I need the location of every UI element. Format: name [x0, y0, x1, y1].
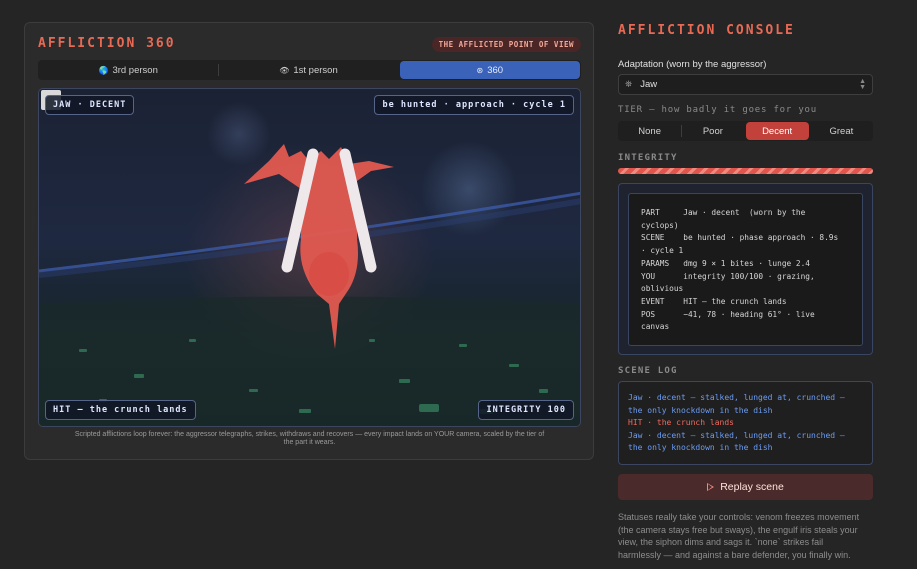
tab-3rd-person[interactable]: 🌎 3rd person [38, 60, 218, 80]
tier-poor[interactable]: Poor [681, 121, 744, 141]
adaptation-select[interactable]: ⛯ Jaw ▲ ▼ [618, 74, 873, 95]
hud-integrity: INTEGRITY 100 [478, 400, 574, 420]
caption-line: the part it wears. [283, 439, 336, 446]
replay-label: Replay scene [720, 481, 784, 493]
hud-event: HIT — the crunch lands [45, 400, 196, 420]
affliction-viewer-panel: AFFLICTION 360 THE AFFLICTED POINT OF VI… [24, 22, 594, 460]
log-entry: Jaw · decent — stalked, lunged at, crunc… [628, 393, 845, 402]
tab-label: 1st person [293, 64, 338, 76]
tier-label: TIER — how badly it goes for you [618, 105, 817, 115]
adaptation-value: Jaw [640, 79, 658, 90]
hud-scene-phase: be hunted · approach · cycle 1 [374, 95, 574, 115]
tab-label: 360 [487, 64, 504, 76]
tier-tabs: None Poor Decent Great [618, 121, 873, 141]
scene-render [39, 144, 580, 426]
swirl-icon: ⊛ [476, 65, 484, 75]
select-caret-icon: ▲ ▼ [859, 77, 866, 91]
globe-icon: 🌎 [98, 65, 109, 75]
scene-log-label: SCENE LOG [618, 366, 678, 376]
scene-log: Jaw · decent — stalked, lunged at, crunc… [618, 381, 873, 465]
scene-params-text: PART Jaw · decent (worn by the cyclops) … [628, 193, 863, 346]
log-entry: Jaw · decent — stalked, lunged at, crunc… [628, 430, 845, 440]
eye-icon: 👁 [279, 65, 290, 75]
hud-part-tier: JAW · DECENT [45, 95, 135, 115]
scene-params-panel: PART Jaw · decent (worn by the cyclops) … [618, 183, 873, 355]
log-entry: the only knockdown in the dish [628, 443, 773, 452]
replay-scene-button[interactable]: Replay scene [618, 474, 873, 500]
tab-1st-person[interactable]: 👁 1st person [218, 60, 398, 80]
integrity-label: INTEGRITY [618, 153, 678, 163]
tab-label: 3rd person [112, 64, 158, 76]
bug-icon: ⛯ [625, 79, 633, 89]
pov-badge: THE AFFLICTED POINT OF VIEW [431, 37, 581, 52]
viewer-title: AFFLICTION 360 [38, 36, 176, 51]
console-title: AFFLICTION CONSOLE [618, 23, 795, 38]
tier-great[interactable]: Great [810, 121, 873, 141]
tier-decent[interactable]: Decent [745, 122, 809, 140]
tab-360[interactable]: ⊛ 360 [399, 61, 580, 79]
scene-canvas[interactable]: JAW · DECENT be hunted · approach · cycl… [38, 88, 581, 427]
viewer-caption: Scripted afflictions loop forever: the a… [38, 431, 581, 447]
integrity-fill [618, 168, 873, 174]
integrity-bar [618, 168, 873, 174]
adaptation-label: Adaptation (worn by the aggressor) [618, 59, 767, 70]
log-entry: HIT · the crunch lands [628, 418, 734, 427]
log-entry: the only knockdown in the dish [628, 405, 773, 415]
caption-line: Scripted afflictions loop forever: the a… [74, 431, 545, 438]
view-mode-tabs: 🌎 3rd person 👁 1st person ⊛ 360 [38, 60, 581, 80]
tier-none[interactable]: None [618, 121, 681, 141]
play-icon [707, 483, 715, 491]
console-footnote: Statuses really take your controls: veno… [618, 512, 860, 560]
